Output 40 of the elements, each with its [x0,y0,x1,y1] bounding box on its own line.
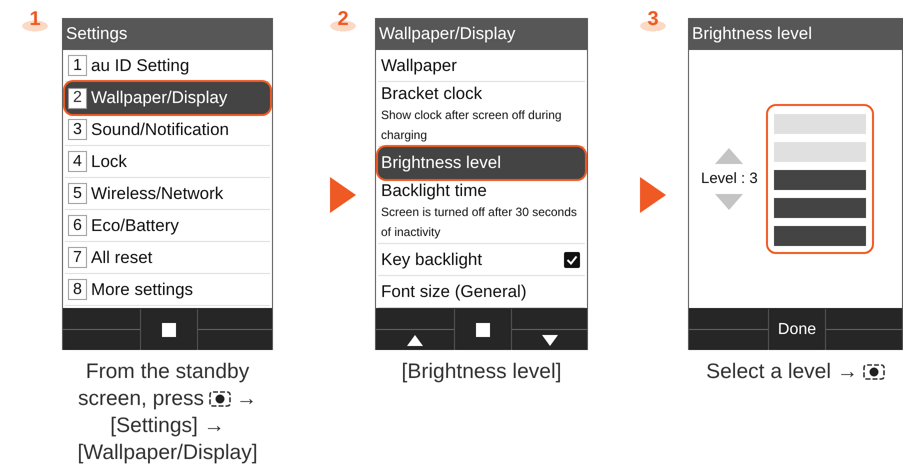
up-arrow-icon [407,335,424,346]
softkey-label[interactable]: Done [778,318,816,342]
down-arrow-icon [715,194,744,210]
menu-item[interactable]: Backlight time Screen is turned off after 30 seconds of inactivity [378,179,585,244]
up-arrow-icon [715,148,744,164]
step-number: 2 [330,8,356,32]
screen-title: Wallpaper/Display [379,23,516,46]
center-key-icon [209,390,232,408]
settings-list-item[interactable]: 3 Sound/Notification [65,114,270,146]
settings-list-item[interactable]: 6 Eco/Battery [65,210,270,242]
caption-text: Select a level → [706,359,858,385]
settings-list-item[interactable]: 7 All reset [65,242,270,274]
caption-text: [Brightness level] [402,359,562,385]
step-number: 1 [22,8,48,32]
stop-square-icon [162,322,176,336]
item-description: Show clock after screen off during charging [381,107,563,144]
caption-text: [Wallpaper/Display] [77,440,258,466]
stop-square-icon [476,322,490,336]
down-arrow-icon [542,335,558,346]
menu-item[interactable]: Wallpaper [378,50,585,82]
screen-title: Brightness level [692,23,812,46]
settings-list-item[interactable]: 5 Wireless/Network [65,178,270,210]
caption-text: From the standby [86,359,250,385]
step-number: 3 [640,8,666,32]
settings-list-item[interactable]: 2 Wallpaper/Display [65,82,270,114]
center-key-icon [862,362,885,380]
screen-title: Settings [66,23,128,46]
settings-list-item[interactable]: 4 Lock [65,146,270,178]
settings-list-item[interactable]: 8 More settings [65,274,270,306]
level-reading: Level : 3 [701,168,758,189]
caption-text: → [236,386,258,412]
brightness-meter[interactable] [766,104,874,254]
item-description: Screen is turned off after 30 seconds of inactivity [381,204,578,241]
next-arrow-icon [640,177,666,213]
caption-text: [Settings] → [110,413,225,439]
menu-item[interactable]: Key backlight [378,244,585,276]
menu-item[interactable]: Brightness level [378,147,585,179]
next-arrow-icon [330,177,356,213]
checkbox[interactable] [564,252,580,268]
caption-text: screen, press [78,386,204,412]
